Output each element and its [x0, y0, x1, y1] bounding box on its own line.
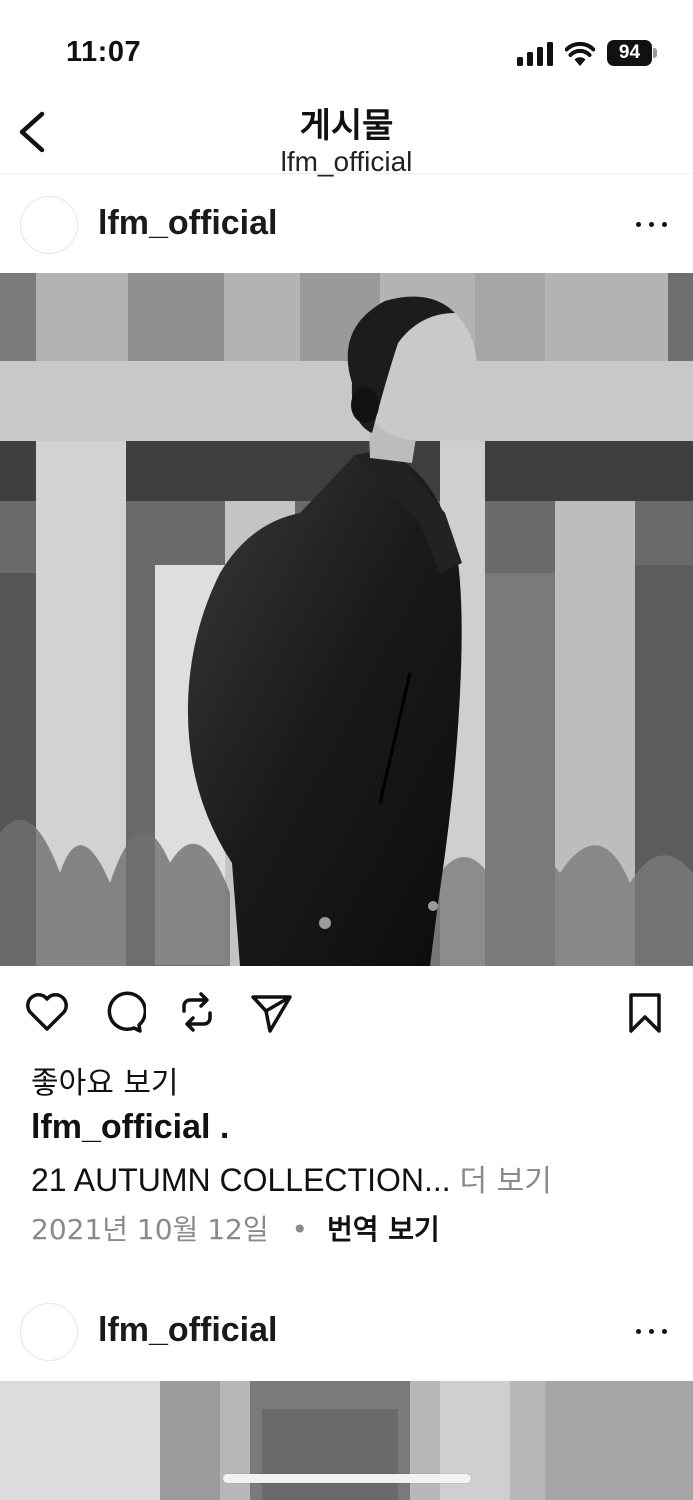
more-options-button[interactable]	[630, 204, 674, 244]
page-title: 게시물	[299, 106, 394, 146]
status-bar: 11:07 94	[0, 0, 693, 100]
post-username[interactable]: lfm_official	[98, 204, 277, 243]
repost-icon[interactable]	[174, 989, 220, 1035]
caption-username[interactable]: lfm_official .	[31, 1108, 229, 1147]
post-username[interactable]: lfm_official	[98, 1311, 277, 1350]
post-date: 2021년 10월 12일	[31, 1213, 269, 1246]
caption-more-link[interactable]: 더 보기	[460, 1164, 552, 1199]
cellular-signal-icon	[517, 42, 553, 66]
battery-icon: 94	[607, 40, 657, 66]
avatar[interactable]	[20, 1303, 78, 1361]
post-meta: 2021년 10월 12일 • 번역 보기	[31, 1208, 440, 1248]
caption-text: 21 AUTUMN COLLECTION...	[31, 1162, 451, 1198]
like-heart-icon[interactable]	[24, 989, 70, 1035]
translate-link[interactable]: 번역 보기	[327, 1213, 440, 1246]
post-header: lfm_official	[0, 174, 693, 274]
battery-level: 94	[618, 42, 641, 63]
home-indicator[interactable]	[223, 1474, 471, 1483]
wifi-icon	[565, 41, 595, 66]
post-photo-image	[0, 273, 693, 966]
post-photo[interactable]	[0, 273, 693, 966]
avatar[interactable]	[20, 196, 78, 254]
nav-header: 게시물 lfm_official	[0, 90, 693, 177]
caption: 21 AUTUMN COLLECTION... 더 보기	[31, 1156, 552, 1200]
bookmark-icon[interactable]	[622, 989, 668, 1035]
separator-dot: •	[291, 1213, 309, 1246]
status-time: 11:07	[66, 36, 142, 68]
view-likes-link[interactable]: 좋아요 보기	[31, 1058, 179, 1102]
post-action-bar	[0, 975, 693, 1055]
post-header: lfm_official	[0, 1281, 693, 1381]
more-options-button[interactable]	[630, 1311, 674, 1351]
share-send-icon[interactable]	[248, 989, 294, 1035]
comment-icon[interactable]	[100, 989, 146, 1035]
